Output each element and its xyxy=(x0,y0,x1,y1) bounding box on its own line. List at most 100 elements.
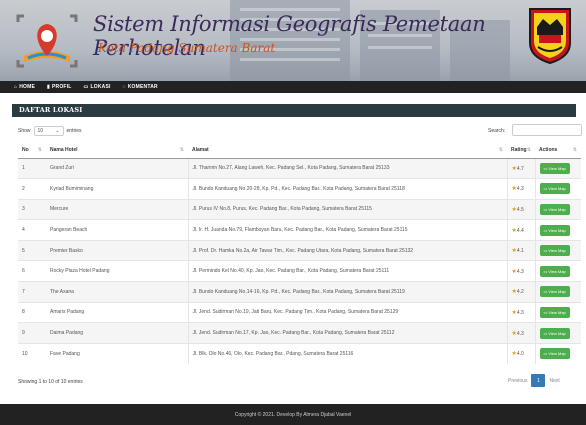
view-map-label: View Map xyxy=(548,309,566,315)
column-header-actions[interactable]: Actions ⇅ xyxy=(535,143,581,159)
cell-actions: ▭ View Map xyxy=(534,281,581,303)
cell-no: 9 xyxy=(18,322,46,344)
rating-value: 4.4 xyxy=(516,227,524,234)
cell-hotel-name: Amaris Padang xyxy=(46,301,188,323)
table-info: Showing 1 to 10 of 10 entries xyxy=(18,379,83,385)
view-map-label: View Map xyxy=(548,186,566,192)
view-map-button[interactable]: ▭ View Map xyxy=(539,286,570,298)
profile-icon: ▮ xyxy=(47,84,50,90)
cell-alamat: Jl. Purus IV No.8, Purus, Kec. Padang Ba… xyxy=(187,198,507,220)
rating-value: 4.1 xyxy=(516,248,524,255)
header-banner: Sistem Informasi Geografis Pemetaan Perh… xyxy=(0,0,586,81)
page-1-button[interactable]: 1 xyxy=(531,374,546,387)
view-map-button[interactable]: ▭ View Map xyxy=(539,348,570,360)
rating-value: 4.7 xyxy=(516,165,524,172)
table-row: 9 Daima Padang Jl. Jend. Sudirman No.17, K… xyxy=(18,322,581,344)
table-row: 5 Premier Basko Jl. Prof. Dr. Hamka No.2a,… xyxy=(18,239,581,261)
home-icon: ⌂ xyxy=(14,84,18,90)
view-map-button[interactable]: ▭ View Map xyxy=(539,306,570,318)
view-map-button[interactable]: ▭ View Map xyxy=(539,203,570,215)
rating-value: 4.3 xyxy=(516,268,524,275)
cell-hotel-name: Mercure xyxy=(46,198,188,220)
nav-label: PROFIL xyxy=(52,84,72,90)
cell-alamat: Jl. Jend. Sudirman No.19, Jati Baru, Kec… xyxy=(187,301,507,323)
table-row: 7 The Axana Jl. Bundo Kanduang No.14-16, K… xyxy=(18,281,581,303)
show-label: Show xyxy=(18,128,31,134)
nav-label: HOME xyxy=(19,84,36,90)
view-map-button[interactable]: ▭ View Map xyxy=(539,224,570,236)
cell-alamat: Jl. Prof. Dr. Hamka No.2a, Air Tawar Tim… xyxy=(187,239,507,261)
column-header-rating[interactable]: Rating ⇅ xyxy=(507,143,535,159)
nav-item-lokasi[interactable]: ▭ LOKASI xyxy=(84,84,111,90)
footer-copyright: Copyright © 2021. Develop By Almera Djab… xyxy=(234,411,352,418)
cell-alamat: Jl. Jend. Sudirman No.17, Kp. Jao, Kec. … xyxy=(187,322,507,344)
cell-no: 2 xyxy=(18,178,46,200)
rating-value: 4.3 xyxy=(516,186,524,193)
view-map-button[interactable]: ▭ View Map xyxy=(539,327,570,339)
view-map-button[interactable]: ▭ View Map xyxy=(539,265,570,277)
comment-icon: ◌ xyxy=(122,84,126,90)
view-map-button[interactable]: ▭ View Map xyxy=(539,183,570,195)
cell-rating: ★4.5 xyxy=(506,198,535,220)
cell-no: 4 xyxy=(18,219,46,241)
cell-no: 7 xyxy=(18,281,46,303)
view-map-label: View Map xyxy=(548,268,566,274)
page-length-control: Show 10 ⌄ entries xyxy=(18,126,82,136)
cell-hotel-name: Premier Basko xyxy=(46,239,188,261)
cell-hotel-name: Fave Padang xyxy=(46,342,188,364)
view-map-label: View Map xyxy=(548,227,566,233)
next-page-button[interactable]: Next xyxy=(549,378,559,384)
cell-alamat: Jl. Ir. H. Juanda No.79, Flamboyan Baru,… xyxy=(187,219,507,241)
view-map-button[interactable]: ▭ View Map xyxy=(539,245,570,257)
cell-rating: ★4.1 xyxy=(506,239,535,261)
cell-no: 5 xyxy=(18,239,46,261)
cell-actions: ▭ View Map xyxy=(534,260,581,282)
view-map-button[interactable]: ▭ View Map xyxy=(539,162,570,174)
page-length-select[interactable]: 10 ⌄ xyxy=(33,126,64,136)
cell-hotel-name: Grand Zuri xyxy=(46,157,188,179)
column-header-alamat[interactable]: Alamat ⇅ xyxy=(188,143,507,159)
rating-value: 4.5 xyxy=(516,206,524,213)
map-icon: ▭ xyxy=(83,84,89,90)
nav-label: LOKASI xyxy=(90,84,111,90)
rating-value: 4.2 xyxy=(516,289,524,296)
table-row: 1 Grand Zuri Jl. Thamrin No.27, Alang Lawe… xyxy=(18,157,581,179)
nav-item-komentar[interactable]: ◌ KOMENTAR xyxy=(123,84,158,90)
cell-rating: ★4.3 xyxy=(506,322,535,344)
cell-rating: ★4.2 xyxy=(506,281,535,303)
column-header-no[interactable]: No ⇅ xyxy=(18,143,46,159)
hotel-table: No ⇅ Nama Hotel ⇅ Alamat ⇅ Rating ⇅ Actions ⇅… xyxy=(18,143,581,364)
nav-item-home[interactable]: ⌂ HOME xyxy=(14,84,35,90)
table-row: 2 Kyriad Bumiminang Jl. Bundo Kanduang No.… xyxy=(18,178,581,200)
cell-rating: ★4.3 xyxy=(506,301,535,323)
view-map-label: View Map xyxy=(548,248,566,254)
page-length-value: 10 xyxy=(37,128,44,134)
entries-label: entries xyxy=(66,128,82,134)
previous-page-button[interactable]: Previous xyxy=(508,378,527,384)
main-nav: ⌂ HOME ▮ PROFIL ▭ LOKASI ◌ KOMENTAR xyxy=(0,81,586,93)
cell-hotel-name: Pangeran Beach xyxy=(46,219,188,241)
table-header-row: No ⇅ Nama Hotel ⇅ Alamat ⇅ Rating ⇅ Actions ⇅ xyxy=(18,143,581,159)
map-pin-logo-icon xyxy=(16,14,78,68)
cell-actions: ▭ View Map xyxy=(534,157,581,179)
cell-alamat: Jl. Permindo Kel No.40, Kp. Jao, Kec. Pa… xyxy=(187,260,507,282)
cell-actions: ▭ View Map xyxy=(534,198,581,220)
cell-actions: ▭ View Map xyxy=(534,219,581,241)
cell-rating: ★4.3 xyxy=(506,178,535,200)
cell-rating: ★4.4 xyxy=(506,219,535,241)
table-row: 3 Mercure Jl. Purus IV No.8, Purus, Kec. P… xyxy=(18,198,581,220)
nav-item-profil[interactable]: ▮ PROFIL xyxy=(47,84,72,90)
map-icon: ▭ xyxy=(543,351,548,357)
map-icon: ▭ xyxy=(543,165,548,171)
sort-icon: ⇅ xyxy=(526,147,531,154)
table-row: 8 Amaris Padang Jl. Jend. Sudirman No.19, … xyxy=(18,301,581,323)
view-map-label: View Map xyxy=(548,289,566,295)
cell-rating: ★4.3 xyxy=(506,260,535,282)
map-icon: ▭ xyxy=(543,227,548,233)
rating-value: 4.3 xyxy=(516,309,524,316)
search-input[interactable] xyxy=(512,124,582,136)
column-header-name[interactable]: Nama Hotel ⇅ xyxy=(46,143,188,159)
map-icon: ▭ xyxy=(543,268,548,274)
map-icon: ▭ xyxy=(543,206,548,212)
search-label: Search: xyxy=(488,128,506,134)
